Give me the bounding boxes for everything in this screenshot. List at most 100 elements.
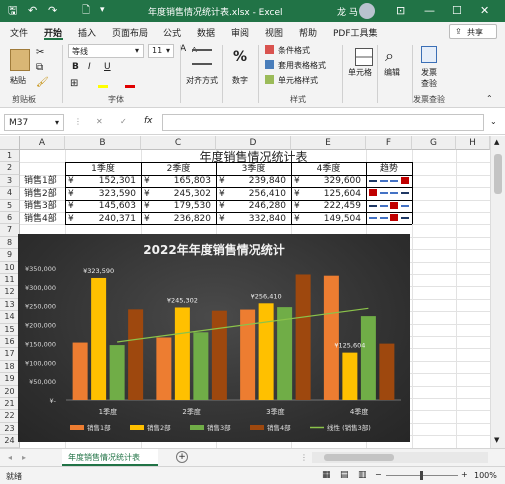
invoice-check-icon[interactable] [421, 46, 437, 63]
row-header[interactable]: 5 [0, 199, 20, 212]
sales-value-cell[interactable]: 245,302 [144, 188, 211, 200]
add-sheet-button[interactable]: + [176, 451, 188, 463]
sales-value-cell[interactable]: 246,280 [219, 200, 286, 212]
font-name-select[interactable]: 等线 ▾ [68, 44, 144, 58]
page-break-view-icon[interactable]: ▥ [358, 470, 367, 480]
row-header[interactable]: 17 [0, 348, 20, 361]
formula-input[interactable] [162, 114, 484, 131]
tab-review[interactable]: 审阅 [231, 26, 249, 39]
conditional-format-button[interactable]: 条件格式 [278, 45, 310, 56]
minimize-icon[interactable]: — [424, 4, 435, 17]
cells-label[interactable]: 单元格 [348, 67, 372, 78]
column-header[interactable]: D [216, 136, 291, 150]
row-header[interactable]: 1 [0, 150, 20, 163]
zoom-in-icon[interactable]: + [461, 470, 468, 479]
row-header[interactable]: 22 [0, 410, 20, 423]
normal-view-icon[interactable]: ▦ [322, 470, 331, 480]
sales-value-cell[interactable]: 222,459 [294, 200, 361, 212]
row-header[interactable]: 15 [0, 323, 20, 336]
dept-name-cell[interactable]: 销售4部 [24, 213, 57, 225]
search-icon[interactable]: ⌕ [385, 46, 394, 66]
sales-value-cell[interactable]: 323,590 [68, 188, 136, 200]
dept-name-cell[interactable]: 销售2部 [24, 188, 57, 200]
name-box[interactable]: M37 ▾ [4, 114, 64, 131]
scroll-down-icon[interactable]: ▼ [494, 436, 499, 444]
close-icon[interactable]: ✕ [480, 4, 489, 17]
new-file-icon[interactable]: 🗋 [82, 4, 90, 17]
column-header[interactable]: H [456, 136, 490, 150]
user-name[interactable]: 龙 马 [337, 5, 358, 18]
sales-value-cell[interactable]: 165,803 [144, 175, 211, 187]
undo-icon[interactable]: ↶ [28, 4, 37, 17]
column-title-cell[interactable]: 3季度 [216, 163, 291, 175]
number-label[interactable]: 数字 [232, 75, 248, 86]
bold-button[interactable]: B [72, 62, 79, 72]
row-header[interactable]: 18 [0, 360, 20, 374]
collapse-ribbon-icon[interactable]: ⌃ [486, 94, 493, 103]
select-all-corner[interactable] [0, 136, 20, 150]
column-title-cell[interactable]: 2季度 [141, 163, 216, 175]
column-header[interactable]: A [20, 136, 65, 150]
row-header[interactable]: 14 [0, 311, 20, 324]
copy-icon[interactable]: ⧉ [36, 62, 43, 73]
column-header[interactable]: B [65, 136, 141, 150]
column-header[interactable]: G [412, 136, 456, 150]
horizontal-scroll-thumb[interactable] [324, 454, 394, 461]
row-header[interactable]: 7 [0, 224, 20, 237]
prev-sheet-icon[interactable]: ◂ [8, 453, 12, 462]
row-header[interactable]: 9 [0, 249, 20, 262]
page-layout-view-icon[interactable]: ▤ [340, 470, 349, 480]
number-format-icon[interactable]: % [233, 49, 247, 65]
editing-label[interactable]: 编辑 [384, 67, 400, 78]
italic-button[interactable]: I [88, 62, 91, 72]
tab-file[interactable]: 文件 [10, 26, 28, 39]
sales-value-cell[interactable]: 145,603 [68, 200, 136, 212]
sales-value-cell[interactable]: 240,371 [68, 213, 136, 225]
zoom-slider-thumb[interactable] [420, 471, 423, 480]
sales-value-cell[interactable]: 239,840 [219, 175, 286, 187]
row-header[interactable]: 16 [0, 336, 20, 349]
sales-value-cell[interactable]: 236,820 [144, 213, 211, 225]
customize-toolbar-icon[interactable]: ▾ [100, 4, 105, 17]
row-header[interactable]: 21 [0, 398, 20, 411]
row-header[interactable]: 12 [0, 286, 20, 299]
zoom-level[interactable]: 100% [474, 471, 497, 480]
dept-name-cell[interactable]: 销售3部 [24, 200, 57, 212]
fill-color-icon[interactable] [98, 79, 108, 88]
row-header[interactable]: 24 [0, 435, 20, 448]
sales-value-cell[interactable]: 332,840 [219, 213, 286, 225]
horizontal-scrollbar[interactable] [312, 452, 488, 463]
cut-icon[interactable]: ✂ [36, 47, 44, 58]
format-painter-icon[interactable]: 🖌 [36, 77, 49, 88]
alignment-label[interactable]: 对齐方式 [186, 75, 218, 86]
tab-view[interactable]: 视图 [265, 26, 283, 39]
dept-name-cell[interactable]: 销售1部 [24, 175, 57, 187]
alignment-icon[interactable] [192, 49, 212, 65]
invoice-label-1[interactable]: 发票 [421, 67, 437, 78]
sales-value-cell[interactable]: 152,301 [68, 175, 136, 187]
paste-label[interactable]: 粘贴 [10, 75, 26, 86]
column-header[interactable]: E [291, 136, 366, 150]
insert-function-button[interactable]: fx [144, 116, 153, 126]
row-header[interactable]: 10 [0, 261, 20, 274]
row-header[interactable]: 11 [0, 274, 20, 287]
tab-formulas[interactable]: 公式 [163, 26, 181, 39]
invoice-label-2[interactable]: 查验 [421, 78, 437, 89]
border-icon[interactable]: ⊞ [70, 78, 78, 89]
font-color-icon[interactable] [125, 79, 135, 88]
tab-help[interactable]: 帮助 [299, 26, 317, 39]
expand-formula-icon[interactable]: ⌄ [490, 117, 497, 126]
sales-value-cell[interactable]: 125,604 [294, 188, 361, 200]
row-header[interactable]: 4 [0, 187, 20, 200]
row-header[interactable]: 3 [0, 174, 20, 188]
column-title-cell[interactable]: 趋势 [366, 163, 412, 175]
font-size-select[interactable]: 11 ▾ [148, 44, 174, 58]
row-header[interactable]: 20 [0, 385, 20, 398]
next-sheet-icon[interactable]: ▸ [22, 453, 26, 462]
sales-value-cell[interactable]: 256,410 [219, 188, 286, 200]
sales-value-cell[interactable]: 329,600 [294, 175, 361, 187]
avatar[interactable] [359, 3, 375, 19]
tab-pdf-tools[interactable]: PDF工具集 [333, 26, 378, 39]
row-header[interactable]: 23 [0, 422, 20, 436]
tab-insert[interactable]: 插入 [78, 26, 96, 39]
